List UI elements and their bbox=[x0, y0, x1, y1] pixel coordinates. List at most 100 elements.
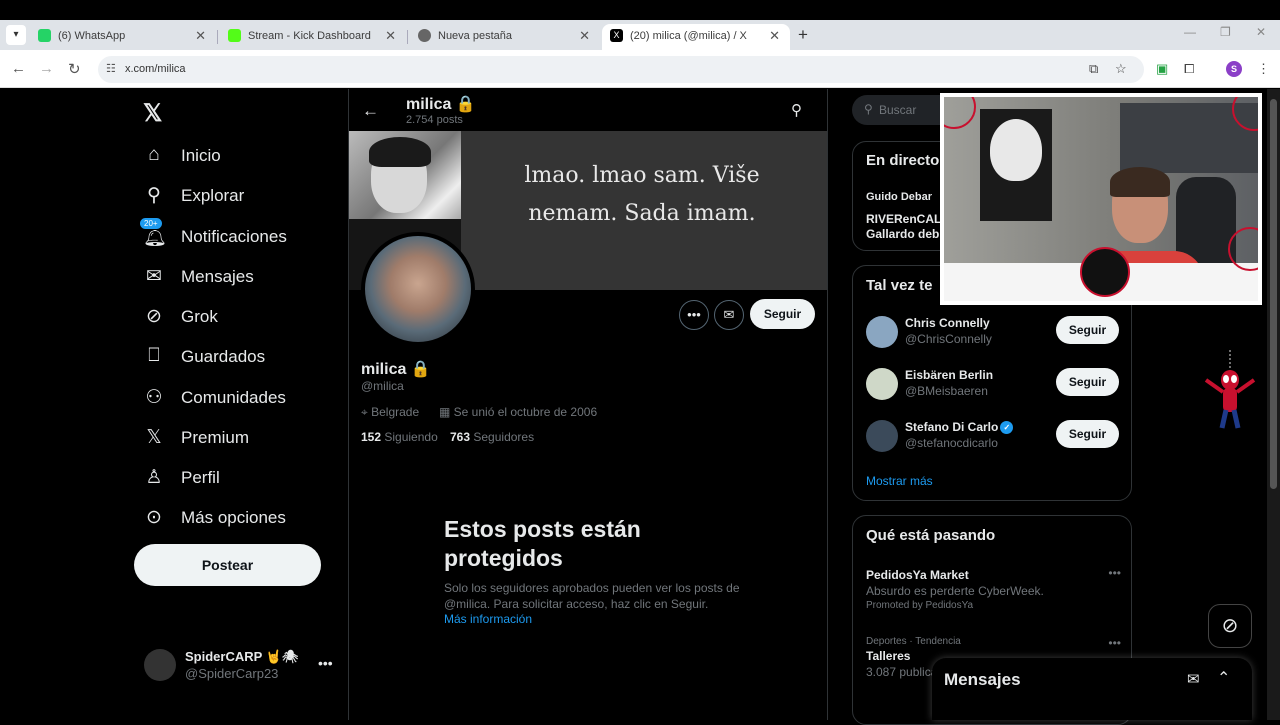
follow-button[interactable]: Seguir bbox=[1056, 368, 1119, 396]
minimize-icon[interactable]: — bbox=[1184, 25, 1196, 39]
trends-title: Qué está pasando bbox=[866, 527, 996, 544]
tab-x-profile[interactable]: X (20) milica (@milica) / X ✕ bbox=[602, 24, 790, 50]
grok-icon: ⊘ bbox=[146, 306, 162, 327]
search-placeholder: Buscar bbox=[879, 103, 917, 117]
joined-text: Se unió el octubre de 2006 bbox=[453, 405, 598, 419]
suggestion-row[interactable]: Chris Connelly @ChrisConnelly Seguir bbox=[866, 314, 1126, 354]
suggestion-handle: @ChrisConnelly bbox=[905, 332, 992, 346]
followers-label: Seguidores bbox=[473, 430, 535, 444]
following-link[interactable]: 152 Siguiendo bbox=[361, 430, 438, 444]
mail-icon: ✉ bbox=[146, 266, 162, 287]
close-tab-icon[interactable]: ✕ bbox=[195, 28, 206, 44]
more-horizontal-icon[interactable]: ••• bbox=[318, 655, 333, 671]
install-app-icon[interactable]: ⧉ bbox=[1089, 61, 1098, 77]
grok-floating-icon[interactable]: ⊘ bbox=[1208, 604, 1252, 648]
live-host[interactable]: Guido Debar bbox=[866, 191, 932, 203]
suggestion-row[interactable]: Stefano Di Carlo ✓ @stefanocdicarlo Segui… bbox=[866, 418, 1126, 458]
close-tab-icon[interactable]: ✕ bbox=[385, 28, 396, 44]
tab-search-button[interactable]: ▾ bbox=[6, 25, 26, 45]
extensions-puzzle-icon[interactable]: ⧠ bbox=[1184, 61, 1194, 77]
chrome-menu-icon[interactable]: ⋮ bbox=[1257, 61, 1270, 77]
profile-header-posts: 2.754 posts bbox=[406, 114, 463, 126]
more-options-button[interactable]: ••• bbox=[679, 300, 709, 330]
tab-new-tab[interactable]: Nueva pestaña ✕ bbox=[410, 24, 600, 50]
suggestion-name: Stefano Di Carlo bbox=[905, 420, 999, 434]
site-info-icon[interactable]: ☷ bbox=[106, 62, 116, 75]
scrollbar-thumb[interactable] bbox=[1270, 99, 1277, 489]
profile-icon: ♙ bbox=[145, 467, 163, 488]
nav-label: Inicio bbox=[181, 146, 221, 165]
more-info-link[interactable]: Más información bbox=[444, 612, 532, 626]
followers-link[interactable]: 763 Seguidores bbox=[450, 430, 534, 444]
nav-label: Perfil bbox=[181, 468, 220, 487]
messages-drawer[interactable]: Mensajes ✉ ⌃ bbox=[932, 658, 1252, 720]
show-more-link[interactable]: Mostrar más bbox=[866, 474, 933, 488]
back-arrow-icon[interactable]: ← bbox=[362, 101, 379, 121]
close-tab-icon[interactable]: ✕ bbox=[579, 28, 590, 44]
search-icon: ⚲ bbox=[147, 185, 161, 206]
verified-badge-icon: ✓ bbox=[1000, 421, 1014, 434]
message-button[interactable]: ✉ bbox=[714, 300, 744, 330]
nav-label: Comunidades bbox=[181, 388, 286, 407]
account-name: SpiderCARP 🤘🕷 bbox=[185, 649, 299, 664]
back-icon[interactable]: ← bbox=[11, 60, 26, 77]
avatar bbox=[866, 420, 898, 452]
suggestion-row[interactable]: Eisbären Berlin @BMeisbaeren Seguir bbox=[866, 366, 1126, 406]
account-switcher[interactable]: SpiderCARP 🤘🕷 @SpiderCarp23 ••• bbox=[144, 647, 344, 687]
browser-profile-avatar[interactable]: S bbox=[1226, 61, 1242, 77]
close-window-icon[interactable]: ✕ bbox=[1256, 25, 1266, 39]
follow-button[interactable]: Seguir bbox=[1056, 316, 1119, 344]
kick-icon bbox=[228, 29, 241, 42]
x-logo-icon[interactable]: 𝕏 bbox=[143, 99, 162, 128]
notification-badge: 20+ bbox=[139, 217, 163, 230]
more-horizontal-icon[interactable]: ••• bbox=[1108, 566, 1121, 580]
follow-button[interactable]: Seguir bbox=[750, 299, 815, 329]
more-horizontal-icon[interactable]: ••• bbox=[1108, 636, 1121, 650]
reload-icon[interactable]: ↻ bbox=[68, 60, 81, 78]
channel-logo bbox=[1080, 247, 1130, 297]
chrome-icon bbox=[418, 29, 431, 42]
tab-title: Nueva pestaña bbox=[438, 30, 512, 42]
profile-header-name: milica 🔒 bbox=[406, 96, 476, 113]
bookmark-star-icon[interactable]: ☆ bbox=[1115, 61, 1127, 77]
new-tab-icon[interactable]: + bbox=[798, 25, 808, 45]
profile-joined: ▦ Se unió el octubre de 2006 bbox=[439, 405, 597, 419]
profile-avatar[interactable] bbox=[361, 232, 475, 346]
x-premium-icon: 𝕏 bbox=[146, 427, 162, 448]
expand-up-icon[interactable]: ⌃ bbox=[1217, 668, 1230, 688]
search-icon[interactable]: ⚲ bbox=[791, 101, 802, 119]
home-icon: ⌂ bbox=[148, 144, 160, 165]
following-count: 152 bbox=[361, 430, 382, 444]
live-text[interactable]: RIVERenCAL Gallardo deb bbox=[866, 212, 946, 242]
nav-label: Mensajes bbox=[181, 267, 254, 286]
live-title: En directo bbox=[866, 152, 940, 169]
omnibox[interactable]: ☷ x.com/milica bbox=[98, 56, 1144, 83]
communities-icon: ⚇ bbox=[145, 387, 163, 408]
spiderman-figure-icon bbox=[1204, 350, 1256, 429]
close-tab-icon[interactable]: ✕ bbox=[769, 28, 780, 44]
nav-label: Guardados bbox=[181, 347, 266, 366]
follow-button[interactable]: Seguir bbox=[1056, 420, 1119, 448]
new-message-icon[interactable]: ✉ bbox=[1187, 670, 1200, 688]
nav-label: Notificaciones bbox=[181, 227, 287, 246]
page-scrollbar[interactable] bbox=[1267, 89, 1280, 720]
nav-label: Grok bbox=[181, 307, 218, 326]
search-icon: ⚲ bbox=[864, 102, 873, 116]
profile-location: ⌖ Belgrade bbox=[361, 405, 419, 420]
location-text: Belgrade bbox=[371, 405, 420, 419]
trend-title: PedidosYa Market bbox=[866, 568, 969, 582]
more-circle-icon: ⊙ bbox=[146, 507, 162, 528]
tab-whatsapp[interactable]: (6) WhatsApp ✕ bbox=[30, 24, 216, 50]
tab-kick[interactable]: Stream - Kick Dashboard ✕ bbox=[220, 24, 406, 50]
trend-item[interactable]: PedidosYa Market Absurdo es perderte Cyb… bbox=[866, 566, 1121, 611]
avatar bbox=[866, 316, 898, 348]
post-button[interactable]: Postear bbox=[134, 544, 321, 586]
forward-icon[interactable]: → bbox=[39, 60, 54, 77]
location-pin-icon: ⌖ bbox=[361, 405, 372, 419]
tab-title: (20) milica (@milica) / X bbox=[630, 30, 747, 42]
profile-handle: @milica bbox=[361, 379, 404, 393]
extension-green-icon[interactable]: ▣ bbox=[1156, 61, 1168, 77]
nav-label: Más opciones bbox=[181, 508, 286, 527]
maximize-icon[interactable]: ❐ bbox=[1220, 25, 1231, 39]
avatar bbox=[144, 649, 176, 681]
